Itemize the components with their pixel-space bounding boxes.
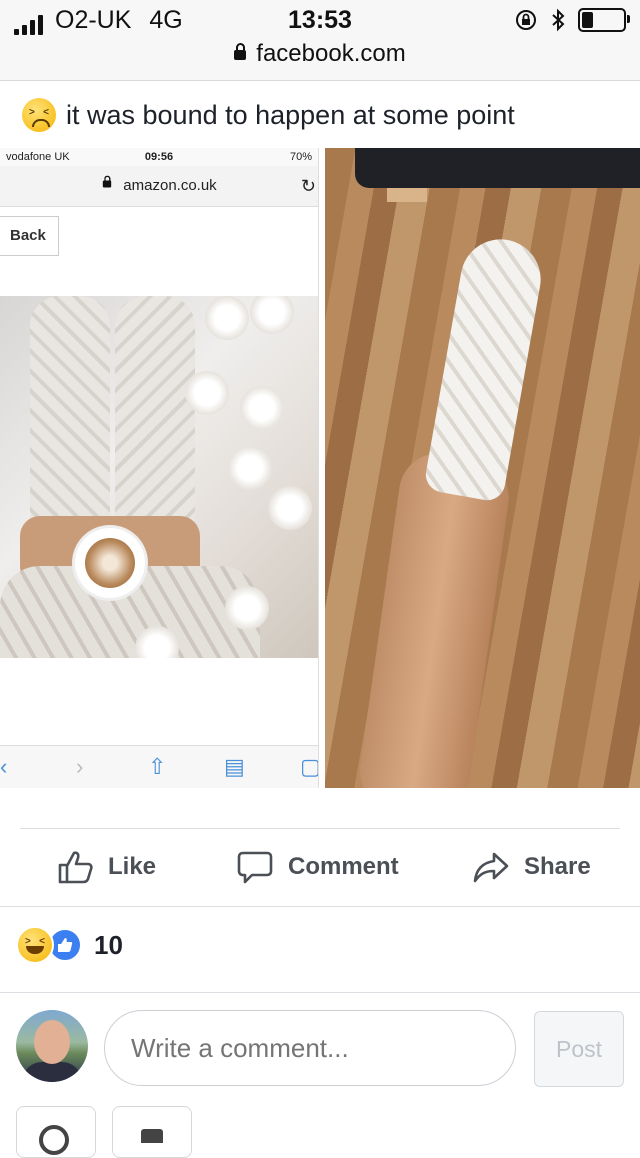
comment-input[interactable] [104, 1010, 516, 1086]
comment-icon [237, 851, 273, 884]
like-label: Like [108, 853, 157, 880]
screenshot-url: amazon.co.uk [123, 177, 217, 194]
bookmarks-icon: ▤ [224, 754, 245, 779]
share-label: Share [524, 853, 591, 880]
comment-button[interactable]: Comment [236, 848, 399, 886]
divider [0, 992, 640, 993]
screenshot-status-bar: vodafone UK 09:56 70% [0, 148, 318, 166]
share-button[interactable]: Share [472, 848, 591, 886]
screenshot-toolbar: ‹ › ⇧ ▤ ▢ [0, 745, 318, 788]
rotation-lock-icon [516, 10, 536, 30]
sticker-button[interactable] [112, 1106, 192, 1158]
like-button[interactable]: Like [56, 848, 156, 886]
reactions-summary[interactable]: > < 10 [16, 926, 123, 964]
screenshot-battery: 70% [289, 151, 312, 163]
thumbs-up-icon [58, 851, 93, 884]
back-arrow-icon: ‹ [0, 754, 8, 779]
post-actions: Like Comment Share [0, 836, 640, 902]
sock-image [115, 296, 195, 526]
lock-icon [234, 43, 247, 60]
coffee-cup-image [75, 528, 145, 598]
haha-reaction-icon: > < [16, 926, 54, 964]
address-bar[interactable]: facebook.com [0, 40, 640, 68]
post-photo-left[interactable]: vodafone UK 09:56 70% amazon.co.uk ↻ Bac… [0, 148, 319, 788]
battery-icon [578, 8, 630, 32]
forward-arrow-icon: › [76, 754, 84, 779]
screenshot-time: 09:56 [144, 151, 174, 163]
product-photo [0, 296, 318, 658]
divider [0, 906, 640, 907]
post-text: > < it was bound to happen at some point [22, 98, 515, 132]
share-arrow-icon [473, 852, 509, 883]
post-photo-right[interactable] [325, 148, 640, 788]
status-bar: O2-UK 4G 13:53 facebook.com [0, 0, 640, 81]
divider [20, 828, 620, 829]
lock-icon [103, 175, 112, 188]
camera-icon [39, 1125, 69, 1155]
system-icons [514, 8, 630, 32]
url-text: facebook.com [256, 40, 406, 67]
camera-button[interactable] [16, 1106, 96, 1158]
reload-icon: ↻ [300, 176, 316, 196]
sock-image [30, 296, 110, 526]
screenshot-back-button: Back [0, 216, 59, 256]
sofa-image [355, 148, 640, 188]
tabs-icon: ▢ [300, 754, 319, 779]
avatar[interactable] [16, 1010, 88, 1082]
screenshot-address-bar: amazon.co.uk ↻ [0, 166, 318, 207]
post-caption: it was bound to happen at some point [66, 99, 515, 130]
reaction-count: 10 [94, 929, 123, 960]
sock-image [423, 233, 547, 503]
bluetooth-icon [552, 8, 565, 32]
tired-face-emoji-icon: > < [22, 98, 56, 132]
comment-label: Comment [288, 853, 399, 880]
share-icon: ⇧ [148, 754, 167, 779]
post-button[interactable]: Post [534, 1011, 624, 1087]
sticker-icon [141, 1129, 163, 1143]
